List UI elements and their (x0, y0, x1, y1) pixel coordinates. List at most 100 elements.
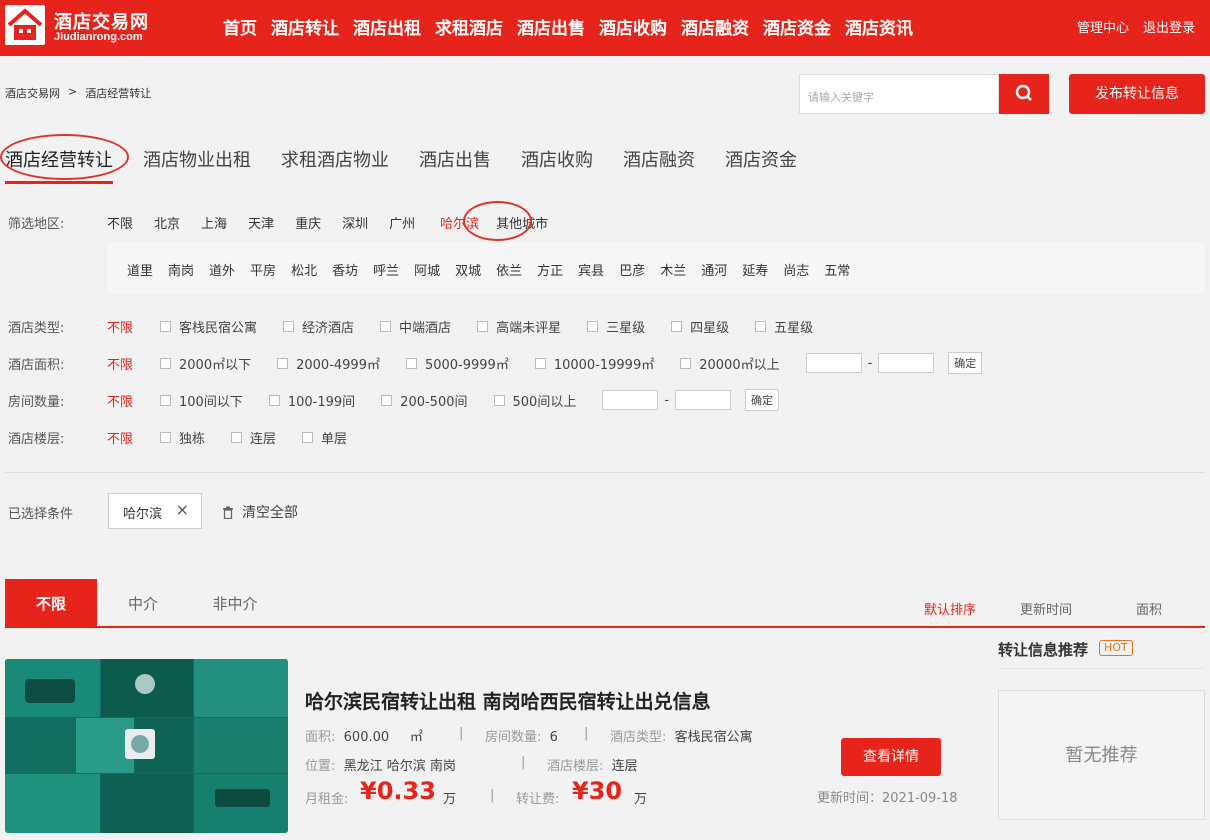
breadcrumb-home[interactable]: 酒店交易网 (5, 85, 60, 101)
tab-finance[interactable]: 酒店融资 (623, 146, 695, 172)
tab-non-agent[interactable]: 非中介 (189, 579, 281, 627)
city-beijing[interactable]: 北京 (154, 213, 180, 232)
district-item[interactable]: 巴彦 (619, 260, 645, 279)
area-min-input[interactable] (805, 353, 862, 373)
search-button[interactable] (999, 74, 1049, 114)
type-option[interactable]: 经济酒店 (283, 317, 354, 336)
area-confirm-button[interactable]: 确定 (948, 352, 983, 374)
nav-finance[interactable]: 酒店融资 (681, 14, 749, 39)
area-option[interactable]: 10000-19999㎡ (534, 354, 654, 373)
checkbox[interactable] (160, 432, 172, 443)
checkbox[interactable] (268, 394, 280, 406)
checkbox[interactable] (160, 321, 172, 332)
district-item[interactable]: 延寿 (742, 260, 768, 279)
clear-all-button[interactable]: 清空全部 (222, 502, 298, 522)
tab-acquire[interactable]: 酒店收购 (521, 146, 593, 172)
tab-wanted[interactable]: 求租酒店物业 (281, 146, 389, 172)
nav-rent[interactable]: 酒店出租 (353, 14, 421, 39)
district-item[interactable]: 呼兰 (373, 260, 399, 279)
area-option[interactable]: 5000-9999㎡ (405, 354, 509, 373)
listing-thumbnail[interactable] (5, 659, 288, 833)
checkbox[interactable] (405, 357, 417, 369)
sort-area[interactable]: 面积 (1136, 599, 1162, 618)
city-shanghai[interactable]: 上海 (201, 213, 227, 232)
district-item[interactable]: 尚志 (783, 260, 809, 279)
listing-title[interactable]: 哈尔滨民宿转让出租 南岗哈西民宿转让出兑信息 (305, 687, 711, 714)
floor-option[interactable]: 单层 (302, 428, 347, 447)
rooms-option[interactable]: 500间以上 (493, 391, 576, 410)
view-details-button[interactable]: 查看详情 (841, 738, 941, 776)
sort-default[interactable]: 默认排序 (924, 599, 976, 618)
checkbox[interactable] (671, 321, 683, 332)
tab-funds[interactable]: 酒店资金 (725, 146, 797, 172)
checkbox[interactable] (381, 394, 393, 406)
nav-funds[interactable]: 酒店资金 (763, 14, 831, 39)
logo-domain[interactable]: Jiudianrong.com (54, 31, 143, 43)
nav-wanted[interactable]: 求租酒店 (435, 14, 503, 39)
type-any[interactable]: 不限 (107, 317, 133, 336)
checkbox[interactable] (283, 321, 295, 332)
nav-acquire[interactable]: 酒店收购 (599, 14, 667, 39)
district-item[interactable]: 双城 (455, 260, 481, 279)
district-item[interactable]: 五常 (824, 260, 850, 279)
rooms-any[interactable]: 不限 (107, 391, 133, 410)
rooms-option[interactable]: 200-500间 (381, 391, 468, 410)
floor-option[interactable]: 连层 (231, 428, 276, 447)
rooms-option[interactable]: 100间以下 (160, 391, 243, 410)
area-option[interactable]: 2000-4999㎡ (277, 354, 380, 373)
district-item[interactable]: 道外 (209, 260, 235, 279)
district-item[interactable]: 松北 (291, 260, 317, 279)
area-option[interactable]: 20000㎡以上 (680, 354, 780, 373)
tab-agent[interactable]: 中介 (97, 579, 189, 627)
publish-button[interactable]: 发布转让信息 (1069, 74, 1205, 114)
district-item[interactable]: 香坊 (332, 260, 358, 279)
tab-sale[interactable]: 酒店出售 (419, 146, 491, 172)
nav-transfer[interactable]: 酒店转让 (271, 14, 339, 39)
nav-news[interactable]: 酒店资讯 (845, 14, 913, 39)
city-guangzhou[interactable]: 广州 (389, 213, 415, 232)
rooms-option[interactable]: 100-199间 (268, 391, 355, 410)
district-item[interactable]: 通河 (701, 260, 727, 279)
district-item[interactable]: 木兰 (660, 260, 686, 279)
floor-any[interactable]: 不限 (107, 428, 133, 447)
type-option[interactable]: 四星级 (671, 317, 729, 336)
rooms-confirm-button[interactable]: 确定 (745, 389, 780, 411)
district-item[interactable]: 依兰 (496, 260, 522, 279)
sort-updated[interactable]: 更新时间 (1020, 599, 1072, 618)
checkbox[interactable] (587, 321, 599, 332)
district-item[interactable]: 宾县 (578, 260, 604, 279)
city-tianjin[interactable]: 天津 (248, 213, 274, 232)
checkbox[interactable] (493, 394, 505, 406)
checkbox[interactable] (160, 394, 172, 406)
checkbox[interactable] (534, 357, 546, 369)
breadcrumb-current[interactable]: 酒店经营转让 (85, 85, 151, 101)
checkbox[interactable] (680, 357, 692, 369)
type-option[interactable]: 中端酒店 (380, 317, 451, 336)
close-icon[interactable]: × (176, 500, 189, 519)
tab-all[interactable]: 不限 (5, 579, 97, 627)
city-any[interactable]: 不限 (107, 213, 133, 232)
district-item[interactable]: 道里 (127, 260, 153, 279)
rooms-max-input[interactable] (675, 390, 732, 410)
area-option[interactable]: 2000㎡以下 (160, 354, 251, 373)
nav-sale[interactable]: 酒店出售 (517, 14, 585, 39)
checkbox[interactable] (302, 432, 314, 443)
checkbox[interactable] (380, 321, 392, 332)
district-item[interactable]: 方正 (537, 260, 563, 279)
checkbox[interactable] (277, 357, 289, 369)
tab-property-rent[interactable]: 酒店物业出租 (143, 146, 251, 172)
nav-home[interactable]: 首页 (223, 14, 257, 39)
district-item[interactable]: 阿城 (414, 260, 440, 279)
checkbox[interactable] (231, 432, 243, 443)
area-any[interactable]: 不限 (107, 354, 133, 373)
city-chongqing[interactable]: 重庆 (295, 213, 321, 232)
district-item[interactable]: 平房 (250, 260, 276, 279)
city-shenzhen[interactable]: 深圳 (342, 213, 368, 232)
floor-option[interactable]: 独栋 (160, 428, 205, 447)
checkbox[interactable] (755, 321, 767, 332)
area-max-input[interactable] (878, 353, 935, 373)
logout-link[interactable]: 退出登录 (1143, 17, 1195, 36)
search-input[interactable]: 请输入关键字 (799, 74, 999, 114)
type-option[interactable]: 客栈民宿公寓 (160, 317, 257, 336)
checkbox[interactable] (160, 357, 172, 369)
